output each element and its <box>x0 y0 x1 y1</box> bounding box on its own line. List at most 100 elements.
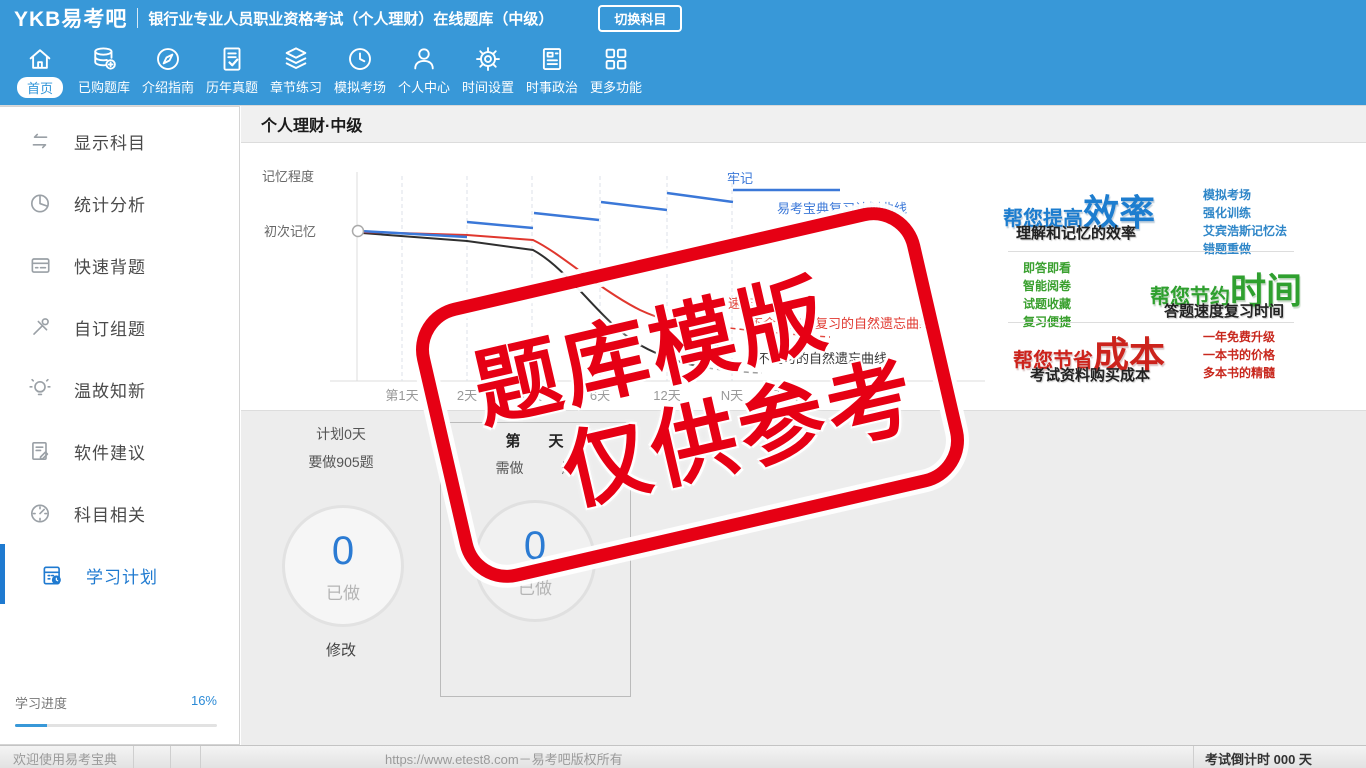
promo-subtitle-efficiency: 理解和记忆的效率 <box>1016 225 1137 242</box>
toolbar-item-time-settings[interactable]: 时间设置 <box>456 36 520 105</box>
promo-list-item: 错题重做 <box>1203 242 1252 256</box>
toolbar-item-label: 模拟考场 <box>333 80 386 95</box>
plan-day-done-circle: 0 已做 <box>474 500 596 622</box>
sidebar-item-study-plan[interactable]: 学习计划 <box>0 544 239 606</box>
toolbar-item-intro-guide[interactable]: 介绍指南 <box>136 36 200 105</box>
promo-list-item: 模拟考场 <box>1203 188 1252 202</box>
feedback-icon <box>32 442 49 460</box>
swap-arrows-icon <box>32 133 48 149</box>
plan-day-title: 第天 <box>441 430 630 451</box>
toolbar-item-label: 时间设置 <box>461 80 514 95</box>
toolbar-item-home[interactable]: 首页 <box>8 36 72 105</box>
flashcard-icon <box>31 258 50 273</box>
promo-list-time: 即答即看 智能阅卷 试题收藏 复习便捷 <box>1023 259 1071 331</box>
sidebar-item-review-old[interactable]: 温故知新 <box>0 358 239 420</box>
initial-memory-marker <box>351 224 365 238</box>
toolbar-item-label: 更多功能 <box>589 80 642 95</box>
legend-no-review-curve: 不复习的自然遗忘曲线 <box>757 351 887 366</box>
study-plan-section: 计划0天 要做905题 0 已做 修改 第天 需做题 0 已做 <box>241 410 1366 745</box>
status-divider <box>200 746 201 768</box>
promo-list-item: 试题收藏 <box>1023 297 1072 311</box>
promo-list-item: 即答即看 <box>1023 261 1072 275</box>
need-suffix: 题 <box>561 460 576 476</box>
toolbar-item-purchased-banks[interactable]: 已购题库 <box>72 36 136 105</box>
document-check-icon <box>223 47 241 71</box>
progress-label: 学习进度 <box>15 696 68 711</box>
layers-icon <box>285 47 307 69</box>
grid-icon <box>605 48 627 70</box>
app-title: 银行业专业人员职业资格考试（个人理财）在线题库（中级） <box>148 10 554 28</box>
main-toolbar: 首页 已购题库 介绍指南 历年真题 章节练习 模拟考场 个人中心 时间设置 时事… <box>0 36 1366 106</box>
promo-list-item: 一年免费升级 <box>1203 330 1276 344</box>
status-divider <box>170 746 171 768</box>
x-tick: 2天 <box>457 388 477 403</box>
legend-forget-label: 遗忘 <box>697 339 723 354</box>
toolbar-item-current-politics[interactable]: 时事政治 <box>520 36 584 105</box>
sidebar-item-quick-memorize[interactable]: 快速背题 <box>0 234 239 296</box>
toolbar-item-user-center[interactable]: 个人中心 <box>392 36 456 105</box>
plan-total-questions: 要做905题 <box>308 454 374 470</box>
y-axis-title: 记忆程度 <box>262 169 314 184</box>
initial-memory-label: 初次记忆 <box>264 224 316 239</box>
done-label: 已做 <box>518 578 552 598</box>
toolbar-item-label: 个人中心 <box>397 80 450 95</box>
progress-value: 16% <box>190 693 217 708</box>
sidebar-item-label: 科目相关 <box>74 505 146 525</box>
sidebar-item-custom-quiz[interactable]: 自订组题 <box>0 296 239 358</box>
plan-summary-column: 计划0天 要做905题 0 已做 修改 <box>241 411 441 745</box>
subject-title: 个人理财·中级 <box>261 118 363 135</box>
sidebar-item-show-subjects[interactable]: 显示科目 <box>0 110 239 172</box>
copyright-text: https://www.etest8.com－易考吧版权所有 <box>385 752 623 767</box>
promo-subtitle-time: 答题速度复习时间 <box>1164 303 1285 320</box>
sidebar-item-statistics[interactable]: 统计分析 <box>0 172 239 234</box>
legend-remember-label: 牢记 <box>727 171 753 186</box>
sidebar-item-software-feedback[interactable]: 软件建议 <box>0 420 239 482</box>
promo-panel: 帮您提高效率 理解和记忆的效率 模拟考场 强化训练 艾宾浩斯记忆法 错题重做 即… <box>1000 180 1360 392</box>
legend-fast-forget-label: 速忘 <box>728 296 754 311</box>
database-plus-icon <box>94 47 116 70</box>
sidebar-item-label: 软件建议 <box>74 443 146 463</box>
welcome-text: 欢迎使用易考宝典 <box>13 752 118 767</box>
toolbar-item-chapter-practice[interactable]: 章节练习 <box>264 36 328 105</box>
done-count: 0 <box>331 528 355 573</box>
legend-review-plan-curve: 易考宝典复习计划曲线 <box>777 201 907 216</box>
day-prefix: 第 <box>505 433 523 450</box>
status-divider <box>133 746 134 768</box>
newspaper-icon <box>542 48 562 70</box>
promo-list-item: 一本书的价格 <box>1203 348 1276 362</box>
sidebar-item-subject-related[interactable]: 科目相关 <box>0 482 239 544</box>
active-item-indicator <box>0 544 5 604</box>
promo-list-item: 强化训练 <box>1203 206 1252 220</box>
promo-divider <box>1008 251 1294 252</box>
toolbar-item-label: 介绍指南 <box>141 80 194 95</box>
pie-chart-icon <box>31 194 49 213</box>
bulb-icon <box>29 378 51 396</box>
progress-bar-fill <box>15 724 48 727</box>
subject-gauge-icon <box>31 504 49 523</box>
promo-list-item: 艾宾浩斯记忆法 <box>1203 224 1288 238</box>
sidebar: 显示科目 统计分析 快速背题 自订组题 温故知新 软件建议 科目相关 学习计划 <box>0 106 240 745</box>
toolbar-item-mock-exam[interactable]: 模拟考场 <box>328 36 392 105</box>
status-bar: 欢迎使用易考宝典 https://www.etest8.com－易考吧版权所有 … <box>0 745 1366 768</box>
study-progress: 学习进度 16% <box>15 693 217 727</box>
toolbar-item-more-functions[interactable]: 更多功能 <box>584 36 648 105</box>
toolbar-item-label: 时事政治 <box>525 80 578 95</box>
study-plan-icon <box>43 566 61 585</box>
progress-bar-track <box>15 724 217 727</box>
promo-list-cost: 一年免费升级 一本书的价格 多本书的精髓 <box>1203 328 1275 382</box>
plan-day-card[interactable]: 第天 需做题 0 已做 <box>440 422 631 697</box>
x-tick: 6天 <box>590 388 610 403</box>
app-window: YKB易考吧 银行业专业人员职业资格考试（个人理财）在线题库（中级） 切换科目 … <box>0 0 1366 768</box>
switch-subject-button[interactable]: 切换科目 <box>598 4 683 32</box>
toolbar-item-past-papers[interactable]: 历年真题 <box>200 36 264 105</box>
plan-done-circle: 0 已做 <box>282 505 404 627</box>
home-icon <box>29 49 51 69</box>
need-prefix: 需做 <box>495 460 524 476</box>
x-tick: N天 <box>721 388 743 403</box>
status-divider <box>1193 746 1194 768</box>
day-suffix: 天 <box>548 433 566 450</box>
tools-icon <box>33 318 49 335</box>
x-tick: 12天 <box>653 388 680 403</box>
modify-plan-button[interactable]: 修改 <box>241 639 441 660</box>
sidebar-item-label: 学习计划 <box>86 567 158 587</box>
